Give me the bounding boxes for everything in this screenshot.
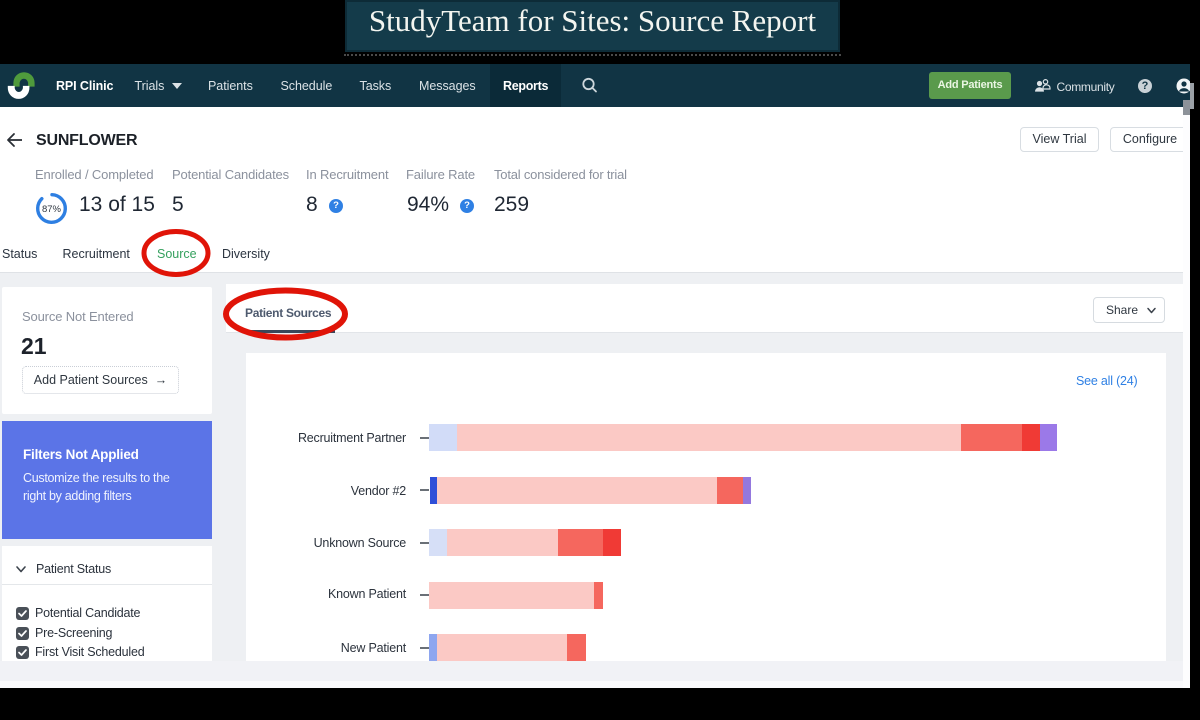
svg-text:87%: 87% [42, 204, 62, 215]
